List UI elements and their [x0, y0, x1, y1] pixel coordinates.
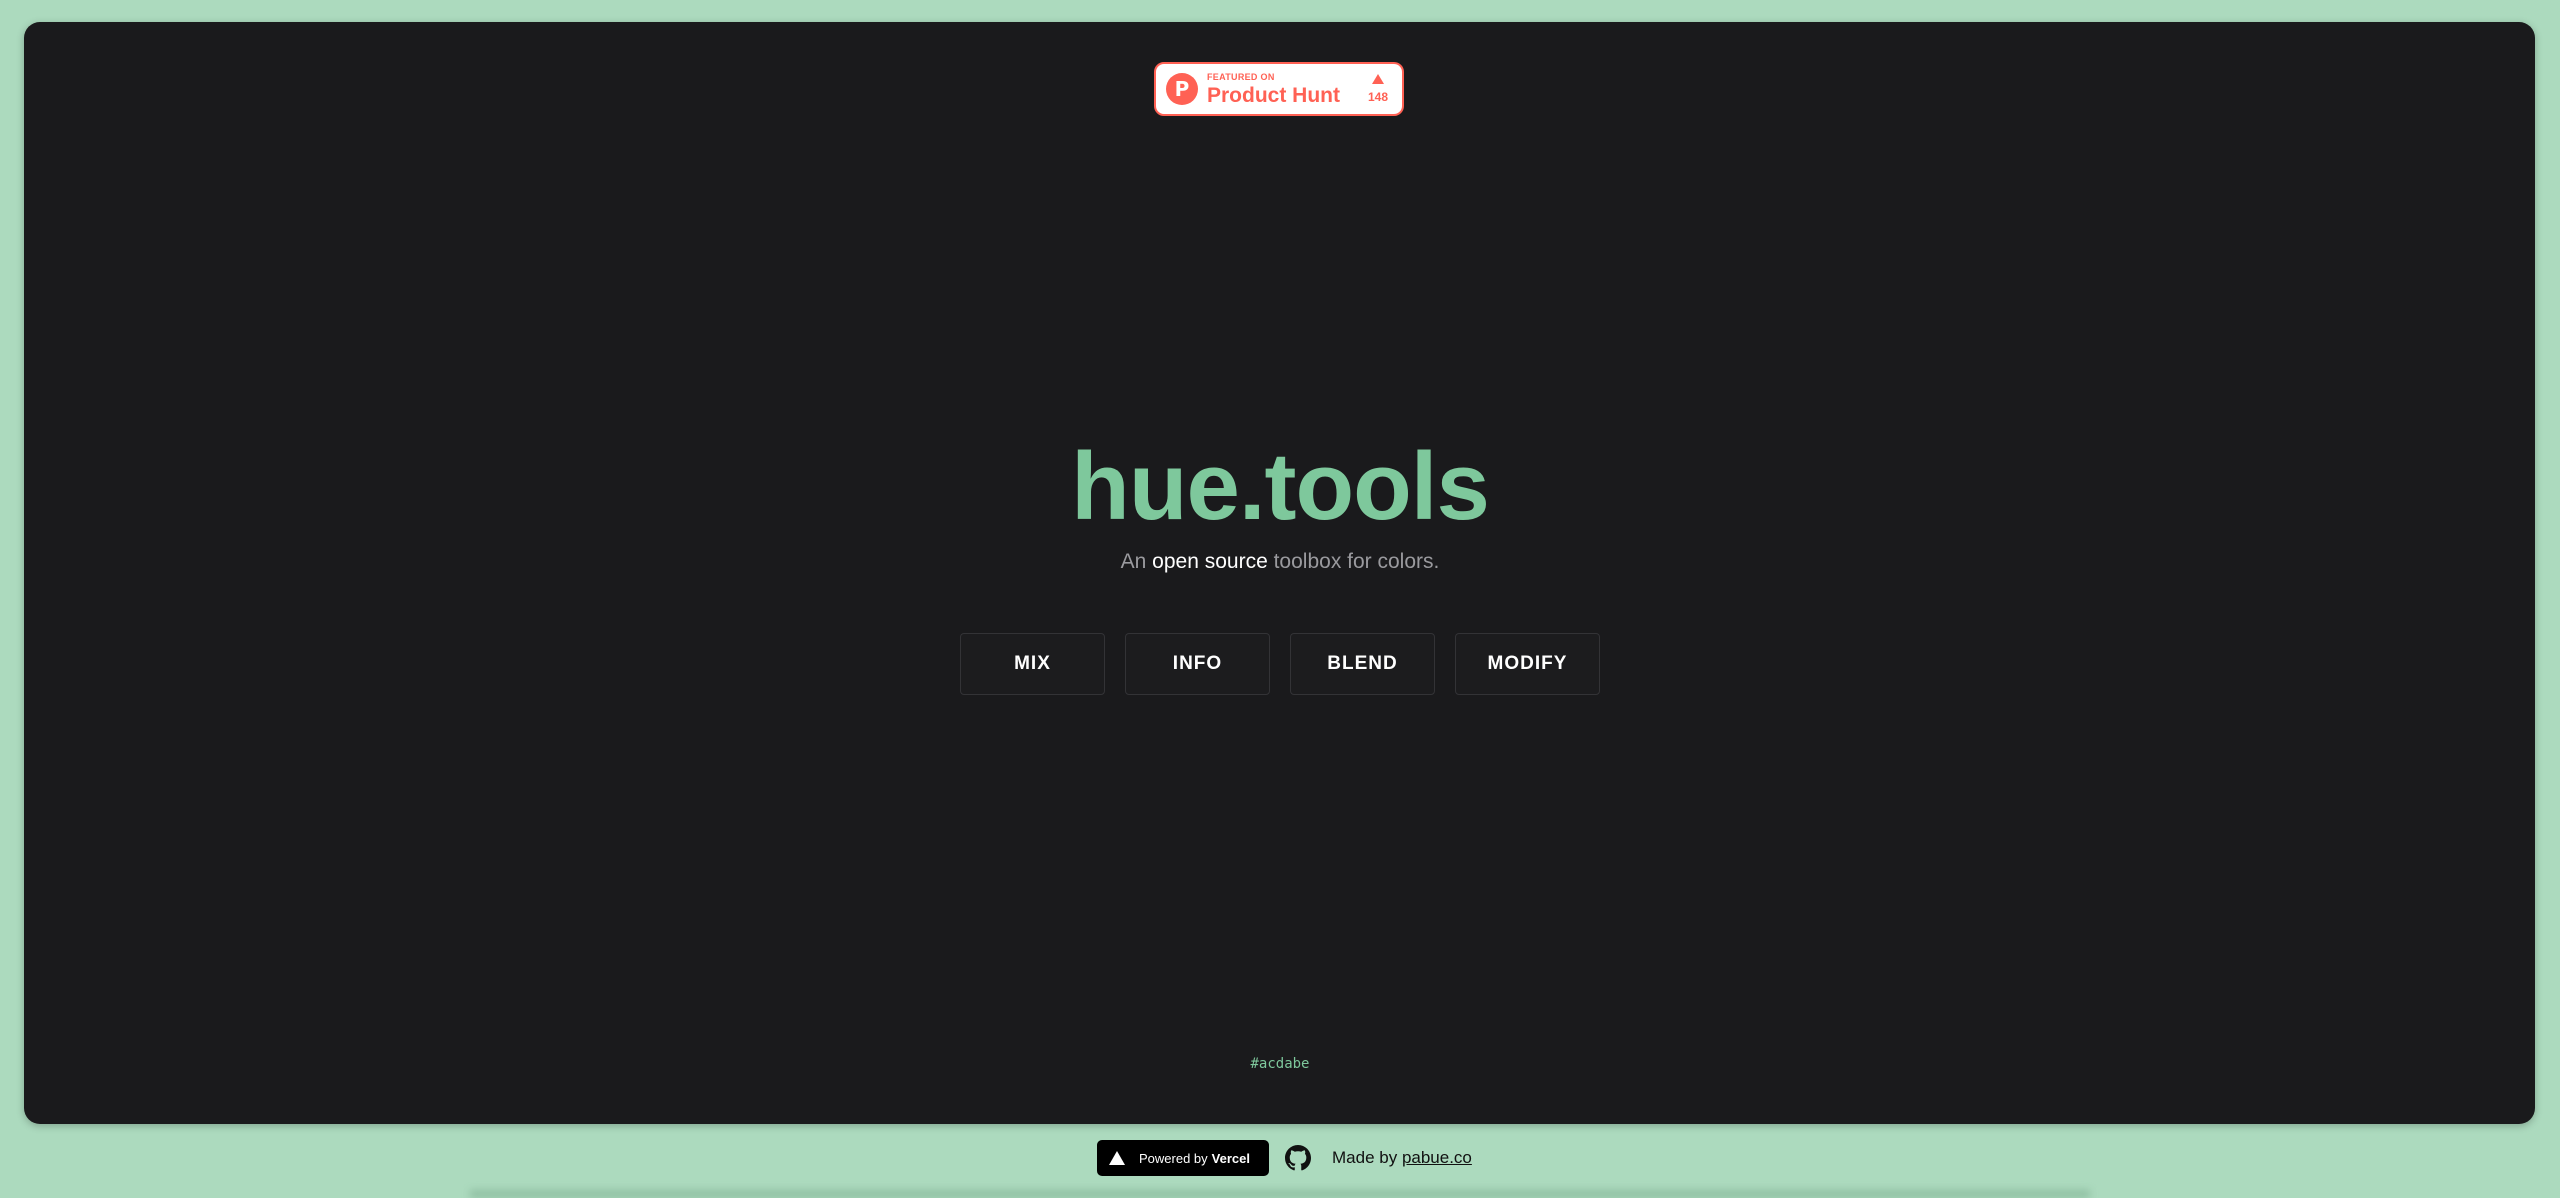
- powered-by-vercel-badge[interactable]: Powered by Vercel: [1097, 1140, 1269, 1176]
- vercel-logo-icon: [1109, 1151, 1125, 1165]
- upvote-arrow-icon: [1371, 74, 1384, 84]
- bottom-shadow: [470, 1190, 2090, 1198]
- github-icon[interactable]: [1285, 1145, 1311, 1171]
- product-hunt-vote-count: 148: [1367, 90, 1388, 104]
- product-hunt-text: FEATURED ON Product Hunt: [1207, 71, 1340, 107]
- product-hunt-logo-icon: P: [1166, 73, 1198, 105]
- vercel-prefix: Powered by: [1139, 1150, 1208, 1166]
- tagline-suffix: toolbox for colors.: [1267, 550, 1440, 573]
- vercel-brand: Vercel: [1211, 1150, 1250, 1166]
- product-hunt-votes: 148: [1368, 74, 1388, 104]
- page-title: hue.tools: [1071, 433, 1490, 540]
- made-by-prefix: Made by: [1332, 1148, 1398, 1167]
- current-color-hex[interactable]: #acdabe: [0, 1056, 2560, 1072]
- mix-button[interactable]: MIX: [960, 633, 1105, 695]
- author-link[interactable]: pabue.co: [1402, 1148, 1472, 1167]
- footer: Powered by Vercel Made by pabue.co: [1097, 1140, 1472, 1176]
- product-hunt-badge[interactable]: P FEATURED ON Product Hunt 148: [1154, 62, 1404, 116]
- modify-button[interactable]: MODIFY: [1455, 633, 1600, 695]
- tagline: An open source toolbox for colors.: [0, 550, 2560, 574]
- open-source-link[interactable]: open source: [1152, 550, 1268, 573]
- info-button[interactable]: INFO: [1125, 633, 1270, 695]
- tagline-prefix: An: [1120, 550, 1153, 573]
- blend-button[interactable]: BLEND: [1290, 633, 1435, 695]
- tool-nav: MIX INFO BLEND MODIFY: [960, 633, 1600, 695]
- product-hunt-name: Product Hunt: [1207, 83, 1340, 107]
- product-hunt-featured-label: FEATURED ON: [1207, 71, 1275, 82]
- made-by: Made by pabue.co: [1332, 1148, 1472, 1168]
